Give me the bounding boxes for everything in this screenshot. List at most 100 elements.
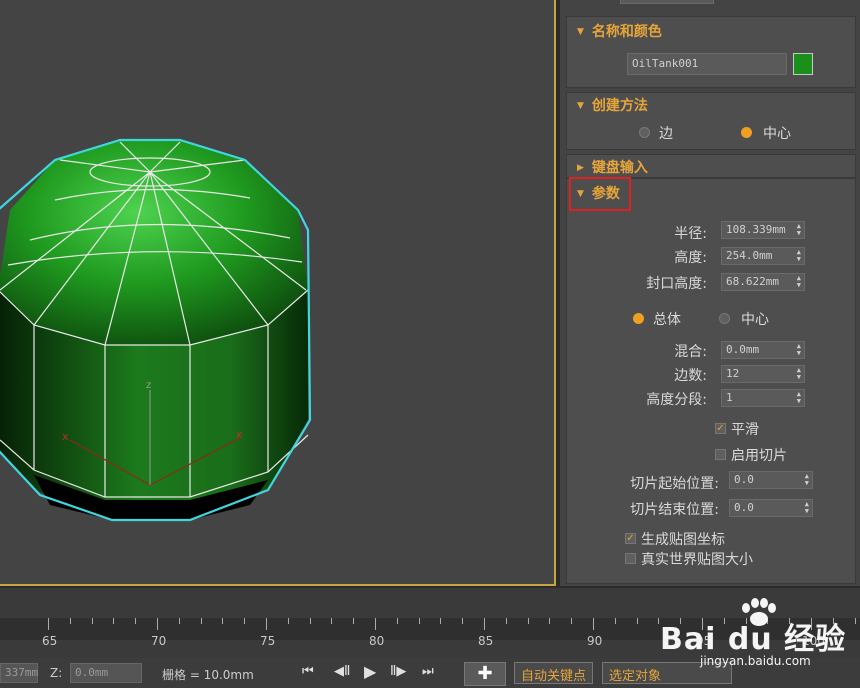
coord-y-field[interactable]: 337mm — [0, 663, 38, 683]
ruler-tick — [69, 618, 71, 624]
ruler-tick — [484, 618, 485, 630]
slice-to-label: 切片结束位置: — [630, 502, 719, 518]
spinner-arrows-icon[interactable]: ▲ ▼ — [805, 501, 809, 515]
collapse-triangle-icon: ▼ — [577, 27, 584, 37]
radio-overall[interactable] — [633, 313, 644, 324]
slice-from-label: 切片起始位置: — [630, 476, 719, 492]
cap-height-label: 封口高度: — [646, 276, 707, 292]
radio-overall-label: 总体 — [653, 312, 681, 328]
ruler-tick — [135, 618, 137, 624]
watermark-url: jingyan.baidu.com — [700, 654, 811, 668]
sides-label: 边数: — [674, 368, 707, 384]
command-panel: ▼ 名称和颜色 OilTank001 ▼ 创建方法 边 中心 ▶ 键盘输入 ▼ 参数 半… — [560, 0, 860, 586]
ruler-tick — [113, 618, 115, 624]
tick-label: 75 — [260, 634, 276, 648]
oil-tank-render: x x z — [0, 138, 312, 522]
ruler-tick — [375, 618, 376, 630]
grid-size-label: 栅格 = 10.0mm — [162, 668, 254, 682]
top-button[interactable] — [620, 0, 714, 4]
svg-text:x: x — [62, 430, 69, 443]
tick-label: 70 — [151, 634, 167, 648]
watermark-text: Bai du 经验 — [660, 622, 847, 657]
spinner-arrows-icon[interactable]: ▲ ▼ — [797, 343, 801, 357]
radio-edge-label: 边 — [659, 126, 673, 142]
ruler-tick — [396, 618, 398, 624]
perspective-viewport[interactable]: x x z — [0, 0, 556, 586]
ruler-tick — [353, 618, 355, 624]
spinner-arrows-icon[interactable]: ▲ ▼ — [797, 275, 801, 289]
ruler-tick — [636, 618, 638, 624]
previous-frame-icon[interactable]: ◀Ⅱ — [334, 664, 350, 679]
ruler-tick — [266, 618, 267, 630]
ruler-tick — [549, 618, 551, 624]
real-world-map-label: 真实世界贴图大小 — [641, 552, 753, 568]
ruler-tick — [440, 618, 442, 624]
height-spinner[interactable]: 254.0mm ▲ ▼ — [721, 247, 805, 265]
spinner-arrows-icon[interactable]: ▲ ▼ — [797, 249, 801, 263]
object-name-field[interactable]: OilTank001 — [627, 53, 787, 75]
sides-spinner[interactable]: 12 ▲ ▼ — [721, 365, 805, 383]
radio-mode-center-label: 中心 — [741, 312, 769, 328]
slice-from-spinner[interactable]: 0.0 ▲ ▼ — [729, 471, 813, 489]
radius-spinner[interactable]: 108.339mm ▲ ▼ — [721, 221, 805, 239]
ruler-tick — [287, 618, 289, 624]
gen-mapping-checkbox[interactable]: ✓ — [625, 533, 636, 544]
tick-label: 85 — [478, 634, 494, 648]
radio-edge[interactable] — [639, 127, 650, 138]
expand-triangle-icon: ▶ — [577, 163, 584, 173]
spinner-arrows-icon[interactable]: ▲ ▼ — [797, 223, 801, 237]
play-icon[interactable]: ▶ — [364, 662, 376, 681]
go-to-end-icon[interactable]: ⏭ — [422, 664, 434, 679]
collapse-triangle-icon: ▼ — [577, 101, 584, 111]
height-segments-spinner[interactable]: 1 ▲ ▼ — [721, 389, 805, 407]
z-label: Z: — [50, 666, 63, 680]
height-segments-label: 高度分段: — [646, 392, 707, 408]
ruler-tick — [244, 618, 246, 624]
svg-text:x: x — [236, 428, 243, 441]
radius-label: 半径: — [674, 226, 707, 242]
rollout-keyboard-entry: ▶ 键盘输入 — [566, 154, 856, 178]
baidu-watermark: Bai du 经验 jingyan.baidu.com — [660, 596, 860, 686]
rollout-creation-method: ▼ 创建方法 边 中心 — [566, 92, 856, 150]
ruler-tick — [91, 618, 93, 624]
ruler-tick — [157, 618, 158, 630]
coord-z-field[interactable]: 0.0mm — [70, 663, 142, 683]
ruler-tick — [222, 618, 224, 624]
go-to-start-icon[interactable]: ⏮ — [302, 664, 314, 679]
set-key-button[interactable]: ✚ — [464, 662, 506, 686]
tick-label: 90 — [587, 634, 603, 648]
slice-to-spinner[interactable]: 0.0 ▲ ▼ — [729, 499, 813, 517]
radio-center[interactable] — [741, 127, 752, 138]
ruler-tick — [178, 618, 180, 624]
object-color-swatch[interactable] — [793, 53, 813, 75]
real-world-map-checkbox[interactable] — [625, 553, 636, 564]
slice-on-checkbox[interactable] — [715, 449, 726, 460]
next-frame-icon[interactable]: Ⅱ▶ — [390, 664, 406, 679]
smooth-label: 平滑 — [731, 422, 759, 438]
ruler-tick — [309, 618, 311, 624]
ruler-tick — [593, 618, 594, 630]
rollout-header-creation-method[interactable]: ▼ 创建方法 — [577, 95, 648, 115]
gen-mapping-label: 生成贴图坐标 — [641, 532, 725, 548]
spinner-arrows-icon[interactable]: ▲ ▼ — [797, 391, 801, 405]
ruler-tick — [571, 618, 573, 624]
slice-on-label: 启用切片 — [731, 448, 787, 464]
spinner-arrows-icon[interactable]: ▲ ▼ — [797, 367, 801, 381]
height-label: 高度: — [674, 250, 707, 266]
ruler-tick — [418, 618, 420, 624]
rollout-header-name-color[interactable]: ▼ 名称和颜色 — [577, 21, 662, 41]
ruler-tick — [200, 618, 202, 624]
ruler-tick — [331, 618, 333, 624]
spinner-arrows-icon[interactable]: ▲ ▼ — [805, 473, 809, 487]
auto-key-button[interactable]: 自动关键点 — [514, 662, 594, 684]
rollout-header-keyboard-entry[interactable]: ▶ 键盘输入 — [577, 157, 648, 177]
svg-text:z: z — [146, 380, 151, 391]
ruler-tick — [614, 618, 616, 624]
radio-mode-center[interactable] — [719, 313, 730, 324]
ruler-tick — [527, 618, 529, 624]
smooth-checkbox[interactable]: ✓ — [715, 423, 726, 434]
radio-center-label: 中心 — [763, 126, 791, 142]
cap-height-spinner[interactable]: 68.622mm ▲ ▼ — [721, 273, 805, 291]
blend-spinner[interactable]: 0.0mm ▲ ▼ — [721, 341, 805, 359]
tick-label: 80 — [369, 634, 385, 648]
